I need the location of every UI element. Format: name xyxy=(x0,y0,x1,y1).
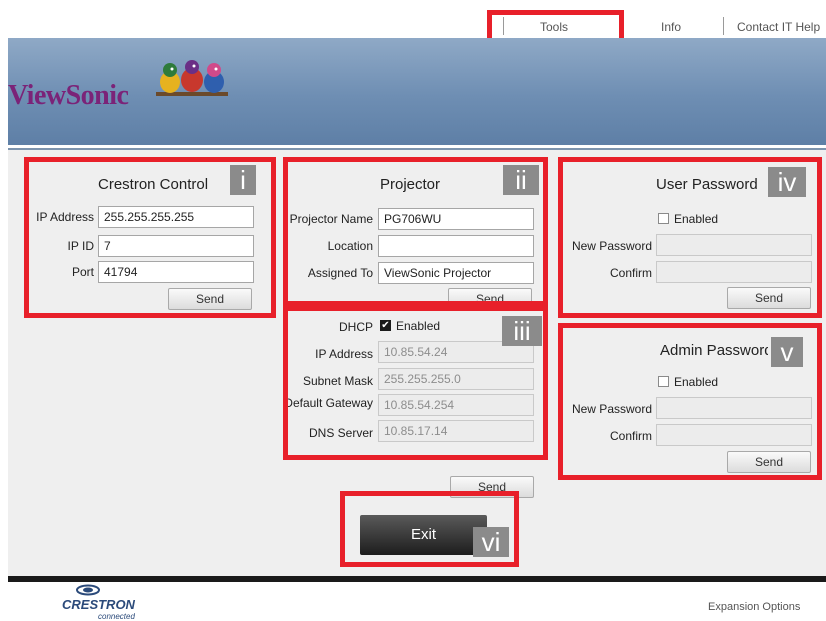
footer: CRESTRON connected Expansion Options xyxy=(0,582,826,621)
nav-contact-it-help[interactable]: Contact IT Help xyxy=(737,20,820,34)
tag-ii: ii xyxy=(503,165,539,195)
top-nav: Tools Info Contact IT Help xyxy=(0,0,826,38)
nav-info[interactable]: Info xyxy=(661,20,681,34)
tag-iii: iii xyxy=(502,316,542,346)
crestron-swoosh-icon xyxy=(76,584,100,596)
nav-separator xyxy=(723,17,724,35)
tag-i: i xyxy=(230,165,256,195)
crestron-logo-sub: connected xyxy=(98,612,135,621)
tag-vi: vi xyxy=(473,527,509,557)
header-banner xyxy=(8,38,826,145)
birds-logo-icon xyxy=(156,60,228,96)
tag-iv: iv xyxy=(768,167,806,197)
tag-v: v xyxy=(771,337,803,367)
expansion-options-link[interactable]: Expansion Options xyxy=(708,601,800,613)
crestron-logo: CRESTRON xyxy=(62,597,135,612)
viewsonic-logo: ViewSonic xyxy=(8,80,129,111)
